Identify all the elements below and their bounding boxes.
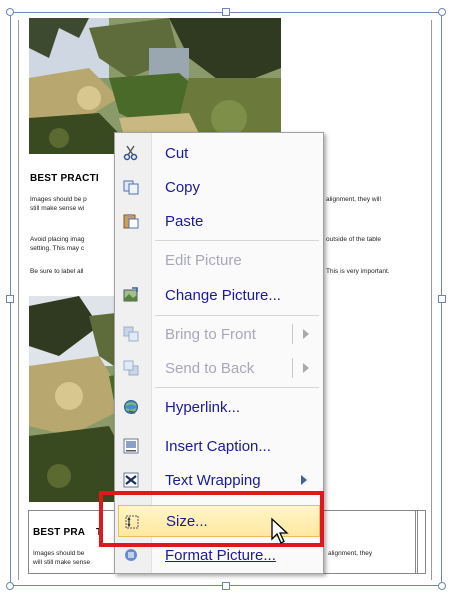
menu-item-cut[interactable]: Cut	[115, 139, 323, 167]
menu-item-label: Copy	[165, 179, 201, 196]
menu-item-insert-caption[interactable]: Insert Caption...	[115, 432, 323, 460]
menu-item-label: Paste	[165, 213, 204, 230]
resize-handle-top[interactable]	[222, 8, 230, 16]
menu-item-text-wrapping[interactable]: Text Wrapping	[115, 466, 323, 494]
send-to-back-icon	[123, 360, 139, 376]
scissors-icon	[123, 145, 139, 161]
text-wrapping-icon	[123, 472, 139, 488]
resize-handle-top-left[interactable]	[6, 8, 14, 16]
menu-item-label: Send to Back	[165, 360, 255, 377]
submenu-arrow-icon[interactable]	[303, 329, 309, 339]
menu-separator	[155, 315, 319, 316]
hyperlink-globe-icon	[123, 399, 139, 415]
paste-icon	[123, 213, 139, 229]
menu-item-label: Format Picture...	[165, 547, 276, 564]
menu-item-label: Text Wrapping	[165, 472, 261, 489]
resize-handle-bottom[interactable]	[222, 582, 230, 590]
menu-item-label: Cut	[165, 145, 189, 162]
split-divider	[292, 358, 293, 378]
insert-caption-icon	[123, 438, 139, 454]
resize-handle-left[interactable]	[6, 295, 14, 303]
resize-handle-right[interactable]	[438, 295, 446, 303]
change-picture-icon	[123, 287, 139, 303]
resize-handle-bottom-right[interactable]	[438, 582, 446, 590]
resize-handle-bottom-left[interactable]	[6, 582, 14, 590]
bring-to-front-icon	[123, 326, 139, 342]
menu-item-label: Change Picture...	[165, 287, 281, 304]
menu-item-copy[interactable]: Copy	[115, 173, 323, 201]
menu-item-label: Edit Picture	[165, 252, 242, 269]
submenu-arrow-icon[interactable]	[301, 475, 307, 485]
menu-item-label: Insert Caption...	[165, 438, 271, 455]
menu-item-hyperlink[interactable]: Hyperlink...	[115, 393, 323, 421]
resize-handle-top-right[interactable]	[438, 8, 446, 16]
mouse-cursor-icon	[271, 517, 289, 544]
menu-separator	[155, 387, 319, 388]
menu-item-change-picture[interactable]: Change Picture...	[115, 281, 323, 309]
format-picture-icon	[123, 547, 139, 563]
highlight-annotation-box	[99, 491, 324, 547]
menu-separator	[155, 240, 319, 241]
menu-item-paste[interactable]: Paste	[115, 207, 323, 235]
copy-icon	[123, 179, 139, 195]
menu-item-label: Bring to Front	[165, 326, 256, 343]
menu-item-bring-to-front[interactable]: Bring to Front	[115, 320, 323, 348]
menu-item-send-to-back[interactable]: Send to Back	[115, 354, 323, 382]
split-divider	[292, 324, 293, 344]
menu-item-label: Hyperlink...	[165, 399, 241, 416]
menu-item-edit-picture[interactable]: Edit Picture	[115, 246, 323, 274]
submenu-arrow-icon[interactable]	[303, 363, 309, 373]
